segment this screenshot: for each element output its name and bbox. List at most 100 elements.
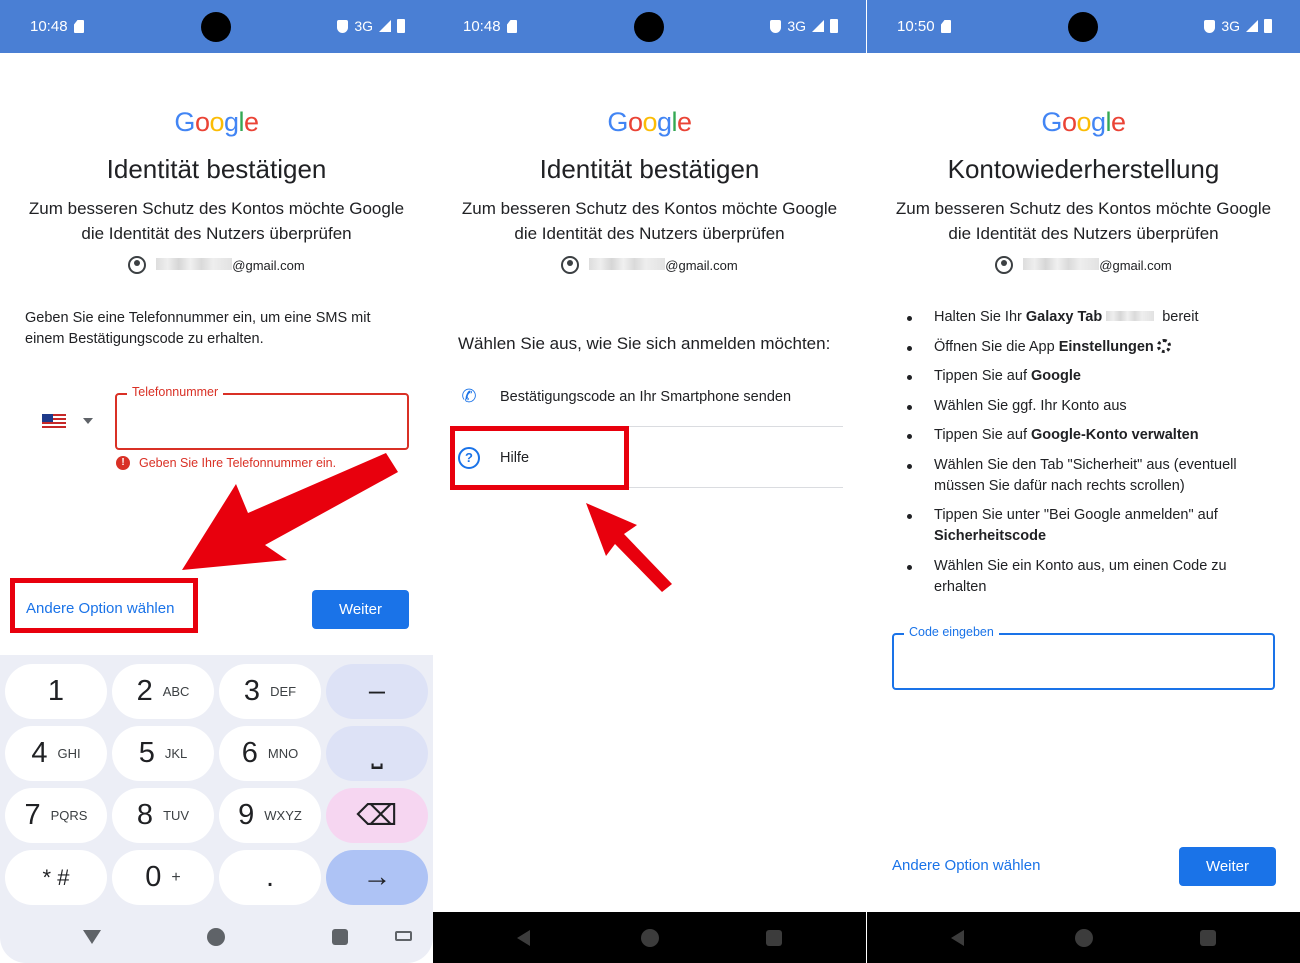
network-type: 3G bbox=[1221, 18, 1240, 34]
error-icon: ! bbox=[116, 456, 130, 470]
sign-in-options-panel: 10:48 3G Google Identität bestätigen Zum… bbox=[433, 0, 866, 963]
account-circle-icon bbox=[128, 256, 147, 274]
key-1[interactable]: 1 bbox=[5, 664, 107, 719]
list-item: Tippen Sie auf Google bbox=[897, 366, 1280, 387]
nav-back-icon[interactable] bbox=[951, 930, 964, 946]
page-subtitle: Zum besseren Schutz des Kontos möchte Go… bbox=[895, 199, 1272, 243]
redacted-email bbox=[156, 257, 233, 270]
phone-number-field[interactable]: Telefonnummer bbox=[115, 385, 409, 450]
key-6[interactable]: 6 MNO bbox=[219, 726, 321, 781]
error-text: Geben Sie Ihre Telefonnummer ein. bbox=[139, 456, 337, 470]
annotation-highlight-box bbox=[10, 578, 198, 633]
list-item: Wählen Sie ein Konto aus, um einen Code … bbox=[897, 556, 1280, 598]
annotation-highlight-box bbox=[450, 426, 629, 490]
choose-method-heading: Wählen Sie aus, wie Sie sich anmelden mö… bbox=[458, 334, 831, 353]
key-0[interactable]: 0 + bbox=[112, 850, 214, 905]
navigation-bar bbox=[867, 912, 1300, 963]
key-3[interactable]: 3 DEF bbox=[219, 664, 321, 719]
enter-key[interactable]: → bbox=[326, 850, 428, 905]
numeric-keyboard: 1 2 ABC 3 DEF – 4 GHI 5 JKL 6 MNO ⎵ 7 PQRS 8 TU… bbox=[0, 655, 433, 963]
page-title: Identität bestätigen bbox=[106, 154, 327, 184]
network-type: 3G bbox=[354, 18, 373, 34]
nav-home-icon[interactable] bbox=[641, 929, 659, 947]
arrow-right-icon: → bbox=[362, 861, 392, 893]
account-chip[interactable]: @gmail.com bbox=[867, 256, 1300, 274]
email-domain: @gmail.com bbox=[232, 257, 305, 273]
status-bar: 10:48 3G bbox=[433, 0, 866, 53]
us-flag-icon[interactable] bbox=[42, 414, 66, 428]
next-button[interactable]: Weiter bbox=[312, 590, 409, 629]
nav-back-icon[interactable] bbox=[83, 930, 101, 944]
key-9[interactable]: 9 WXYZ bbox=[219, 788, 321, 843]
next-button[interactable]: Weiter bbox=[1179, 847, 1276, 886]
sd-card-icon bbox=[74, 20, 84, 33]
navigation-bar bbox=[433, 912, 866, 963]
phone-verification-panel: 10:48 3G Google Identität bestätigen Zum… bbox=[0, 0, 433, 963]
list-item: Wählen Sie den Tab "Sicherheit" aus (eve… bbox=[897, 455, 1280, 497]
code-input-field[interactable]: Code eingeben bbox=[892, 625, 1275, 690]
status-time: 10:50 bbox=[897, 18, 935, 35]
nav-home-icon[interactable] bbox=[207, 928, 225, 946]
battery-icon bbox=[397, 19, 405, 33]
camera-cutout bbox=[1068, 12, 1098, 42]
account-circle-icon bbox=[995, 256, 1014, 274]
key-7[interactable]: 7 PQRS bbox=[5, 788, 107, 843]
page-subtitle: Zum besseren Schutz des Kontos möchte Go… bbox=[461, 199, 838, 243]
phone-callback-icon: ✆ bbox=[461, 386, 477, 406]
signal-icon bbox=[812, 20, 824, 32]
nav-home-icon[interactable] bbox=[1075, 929, 1093, 947]
list-item: Halten Sie Ihr Galaxy Tab bereit bbox=[897, 307, 1280, 328]
shield-icon bbox=[1204, 19, 1216, 33]
status-time: 10:48 bbox=[463, 18, 501, 35]
shield-icon bbox=[770, 19, 782, 33]
sd-card-icon bbox=[507, 20, 517, 33]
redacted-email bbox=[1023, 257, 1100, 270]
account-recovery-panel: 10:50 3G Google Kontowiederherstellung Z… bbox=[867, 0, 1300, 963]
battery-icon bbox=[1264, 19, 1272, 33]
backspace-icon: ⌫ bbox=[356, 800, 398, 832]
page-title: Kontowiederherstellung bbox=[947, 154, 1220, 184]
network-type: 3G bbox=[787, 18, 806, 34]
status-time: 10:48 bbox=[30, 18, 68, 35]
account-chip[interactable]: @gmail.com bbox=[433, 256, 866, 274]
phone-prompt: Geben Sie eine Telefonnummer ein, um ein… bbox=[25, 310, 371, 347]
status-bar: 10:50 3G bbox=[867, 0, 1300, 53]
key-8[interactable]: 8 TUV bbox=[112, 788, 214, 843]
signal-icon bbox=[379, 20, 391, 32]
account-chip[interactable]: @gmail.com bbox=[0, 256, 433, 274]
page-title: Identität bestätigen bbox=[539, 154, 760, 184]
shield-icon bbox=[337, 19, 349, 33]
backspace-key[interactable]: ⌫ bbox=[326, 788, 428, 843]
list-item: Tippen Sie unter "Bei Google anmelden" a… bbox=[897, 505, 1280, 547]
status-bar: 10:48 3G bbox=[0, 0, 433, 53]
key-period[interactable]: . bbox=[219, 850, 321, 905]
nav-recents-icon[interactable] bbox=[332, 929, 348, 945]
redacted-model bbox=[1106, 311, 1155, 321]
phone-error-message: ! Geben Sie Ihre Telefonnummer ein. bbox=[116, 456, 336, 470]
keyboard-icon[interactable] bbox=[395, 931, 412, 941]
account-circle-icon bbox=[561, 256, 580, 274]
google-logo: Google bbox=[1041, 107, 1126, 137]
page-subtitle: Zum besseren Schutz des Kontos möchte Go… bbox=[28, 199, 405, 243]
key-4[interactable]: 4 GHI bbox=[5, 726, 107, 781]
key-2[interactable]: 2 ABC bbox=[112, 664, 214, 719]
camera-cutout bbox=[634, 12, 664, 42]
list-item: Öffnen Sie die App Einstellungen bbox=[897, 337, 1280, 358]
option-send-code[interactable]: ✆ Bestätigungscode an Ihr Smartphone sen… bbox=[458, 367, 843, 427]
key-symbols[interactable]: * # bbox=[5, 850, 107, 905]
key-dash[interactable]: – bbox=[326, 664, 428, 719]
nav-recents-icon[interactable] bbox=[766, 930, 782, 946]
other-option-link[interactable]: Andere Option wählen bbox=[892, 857, 1040, 874]
google-logo: Google bbox=[174, 107, 259, 137]
key-5[interactable]: 5 JKL bbox=[112, 726, 214, 781]
nav-back-icon[interactable] bbox=[517, 930, 530, 946]
option-send-code-label: Bestätigungscode an Ihr Smartphone sende… bbox=[500, 388, 792, 405]
camera-cutout bbox=[201, 12, 231, 42]
phone-number-label: Telefonnummer bbox=[127, 385, 224, 399]
navigation-bar bbox=[0, 911, 433, 963]
key-space[interactable]: ⎵ bbox=[326, 726, 428, 781]
battery-icon bbox=[830, 19, 838, 33]
chevron-down-icon[interactable] bbox=[83, 418, 93, 424]
code-input-label: Code eingeben bbox=[904, 625, 999, 639]
nav-recents-icon[interactable] bbox=[1200, 930, 1216, 946]
